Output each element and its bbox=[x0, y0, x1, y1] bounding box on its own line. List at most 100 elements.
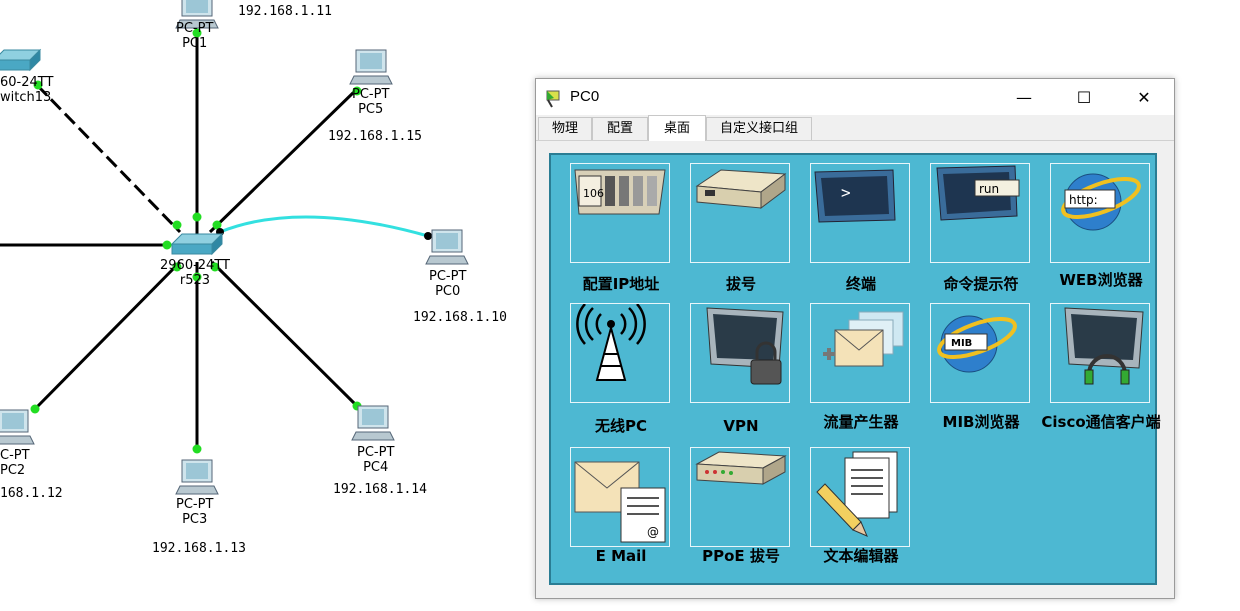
web-browser-icon: http: bbox=[1061, 173, 1141, 231]
tab-physical[interactable]: 物理 bbox=[538, 117, 592, 140]
pc4-name: PC4 bbox=[363, 460, 389, 475]
close-button[interactable]: ✕ bbox=[1114, 79, 1174, 115]
pc2-name: PC2 bbox=[0, 463, 26, 478]
app-label: 流量产生器 bbox=[823, 413, 899, 431]
pc0-type: PC-PT bbox=[429, 269, 467, 284]
traffic-generator-icon bbox=[823, 311, 904, 367]
mib-browser-icon: MIB bbox=[937, 315, 1017, 373]
pc3-name: PC3 bbox=[182, 512, 208, 527]
switch-icon[interactable] bbox=[170, 232, 224, 256]
pc2-ip: 168.1.12 bbox=[0, 486, 63, 501]
switch-main-name: r523 bbox=[179, 273, 211, 288]
switch-main-model: 2960-24TT bbox=[160, 258, 230, 273]
pc3-type: PC-PT bbox=[176, 497, 214, 512]
app-label: VPN bbox=[723, 417, 759, 435]
svg-text:@: @ bbox=[647, 525, 659, 539]
ip-config-icon: 106 bbox=[574, 169, 666, 215]
app-tile bbox=[810, 303, 910, 403]
app-label: 终端 bbox=[845, 275, 876, 293]
app-label: 拔号 bbox=[725, 275, 756, 293]
app-tile: http: bbox=[1050, 163, 1150, 263]
terminal-icon: > bbox=[814, 169, 896, 223]
svg-text:106: 106 bbox=[583, 187, 604, 200]
pc4-ip: 192.168.1.14 bbox=[333, 482, 427, 497]
pc5-label: PC-PT PC5 bbox=[352, 87, 389, 117]
app-label: 无线PC bbox=[594, 417, 647, 435]
switch13-label: 60-24TT witch13 bbox=[0, 75, 53, 105]
app-tile bbox=[690, 163, 790, 263]
app-tile: 106 bbox=[570, 163, 670, 263]
window-titlebar[interactable]: PC0 — ☐ ✕ bbox=[536, 79, 1174, 115]
wireless-icon bbox=[576, 303, 646, 381]
pppoe-dialer-icon bbox=[695, 451, 787, 485]
window-title: PC0 bbox=[570, 88, 600, 105]
pc2-type: C-PT bbox=[0, 448, 30, 463]
pc5-type: PC-PT bbox=[352, 87, 390, 102]
app-label: PPoE 拔号 bbox=[702, 547, 780, 565]
pc3-label: PC-PT PC3 bbox=[176, 497, 213, 527]
link-switch13[interactable] bbox=[35, 83, 182, 234]
link-pc4[interactable] bbox=[210, 260, 359, 408]
switch-main-label: 2960-24TT r523 bbox=[160, 258, 230, 288]
desktop-panel: 106 配置IP地址 拔号 > 终端 run 命令提示符 http: WEB浏览… bbox=[549, 153, 1161, 585]
app-tile: run bbox=[930, 163, 1030, 263]
app-label: E Mail bbox=[595, 547, 647, 565]
pc0-name: PC0 bbox=[435, 284, 461, 299]
text-editor-icon bbox=[816, 451, 898, 537]
link-pc5[interactable] bbox=[208, 88, 358, 234]
tab-desktop[interactable]: 桌面 bbox=[648, 115, 706, 141]
pc-icon[interactable] bbox=[0, 409, 35, 445]
pc-icon[interactable] bbox=[349, 49, 393, 85]
app-tile bbox=[570, 303, 670, 403]
app-label: Cisco通信客户端 bbox=[1041, 413, 1161, 431]
pc1-label: PC-PT PC1 bbox=[176, 21, 213, 51]
pc-icons bbox=[0, 0, 469, 495]
link-pc0-console[interactable] bbox=[219, 215, 429, 238]
packet-tracer-icon bbox=[546, 90, 560, 108]
tab-bar: 物理 配置 桌面 自定义接口组 bbox=[536, 115, 1174, 141]
pc4-label: PC-PT PC4 bbox=[357, 445, 394, 475]
app-tile: > bbox=[810, 163, 910, 263]
pc1-type: PC-PT bbox=[176, 21, 214, 36]
svg-text:>: > bbox=[841, 183, 851, 202]
email-icon: @ bbox=[574, 461, 666, 543]
pc5-name: PC5 bbox=[358, 102, 384, 117]
dialer-icon bbox=[695, 169, 787, 209]
maximize-button[interactable]: ☐ bbox=[1054, 79, 1114, 115]
app-label: 配置IP地址 bbox=[582, 275, 660, 293]
pc1-name: PC1 bbox=[182, 36, 208, 51]
app-tile bbox=[810, 447, 910, 547]
cisco-comm-client-icon bbox=[1064, 307, 1144, 385]
app-tile bbox=[690, 447, 790, 547]
pc1-ip: 192.168.1.11 bbox=[238, 4, 332, 19]
minimize-button[interactable]: — bbox=[994, 79, 1054, 115]
icon-text: http: bbox=[1069, 193, 1098, 207]
app-tile: MIB bbox=[930, 303, 1030, 403]
pc-icon[interactable] bbox=[425, 229, 469, 265]
pc2-label: C-PT PC2 bbox=[0, 448, 30, 478]
app-tile: @ bbox=[570, 447, 670, 547]
tab-custom-interface[interactable]: 自定义接口组 bbox=[706, 117, 812, 140]
switch13-model: 60-24TT bbox=[0, 75, 54, 90]
app-label: WEB浏览器 bbox=[1059, 271, 1143, 289]
app-tile bbox=[690, 303, 790, 403]
app-label: 命令提示符 bbox=[943, 275, 1019, 293]
pc5-ip: 192.168.1.15 bbox=[328, 129, 422, 144]
command-prompt-icon: run bbox=[936, 165, 1020, 221]
link-pc2[interactable] bbox=[33, 260, 182, 411]
vpn-icon bbox=[706, 307, 784, 385]
pc0-ip: 192.168.1.10 bbox=[413, 310, 507, 325]
pc-icon[interactable] bbox=[175, 459, 219, 495]
pc-icon[interactable] bbox=[351, 405, 395, 441]
tab-config[interactable]: 配置 bbox=[592, 117, 648, 140]
pc4-type: PC-PT bbox=[357, 445, 395, 460]
app-tile bbox=[1050, 303, 1150, 403]
switch-icon[interactable] bbox=[0, 48, 42, 72]
pc0-window: PC0 — ☐ ✕ 物理 配置 桌面 自定义接口组 106 配置IP地址 拔号 … bbox=[535, 78, 1175, 599]
pc0-label: PC-PT PC0 bbox=[429, 269, 466, 299]
app-label: MIB浏览器 bbox=[942, 413, 1020, 431]
switch13-name: witch13 bbox=[0, 90, 52, 105]
icon-text: MIB bbox=[951, 338, 972, 349]
app-label: 文本编辑器 bbox=[823, 547, 899, 565]
icon-text: run bbox=[979, 182, 999, 196]
